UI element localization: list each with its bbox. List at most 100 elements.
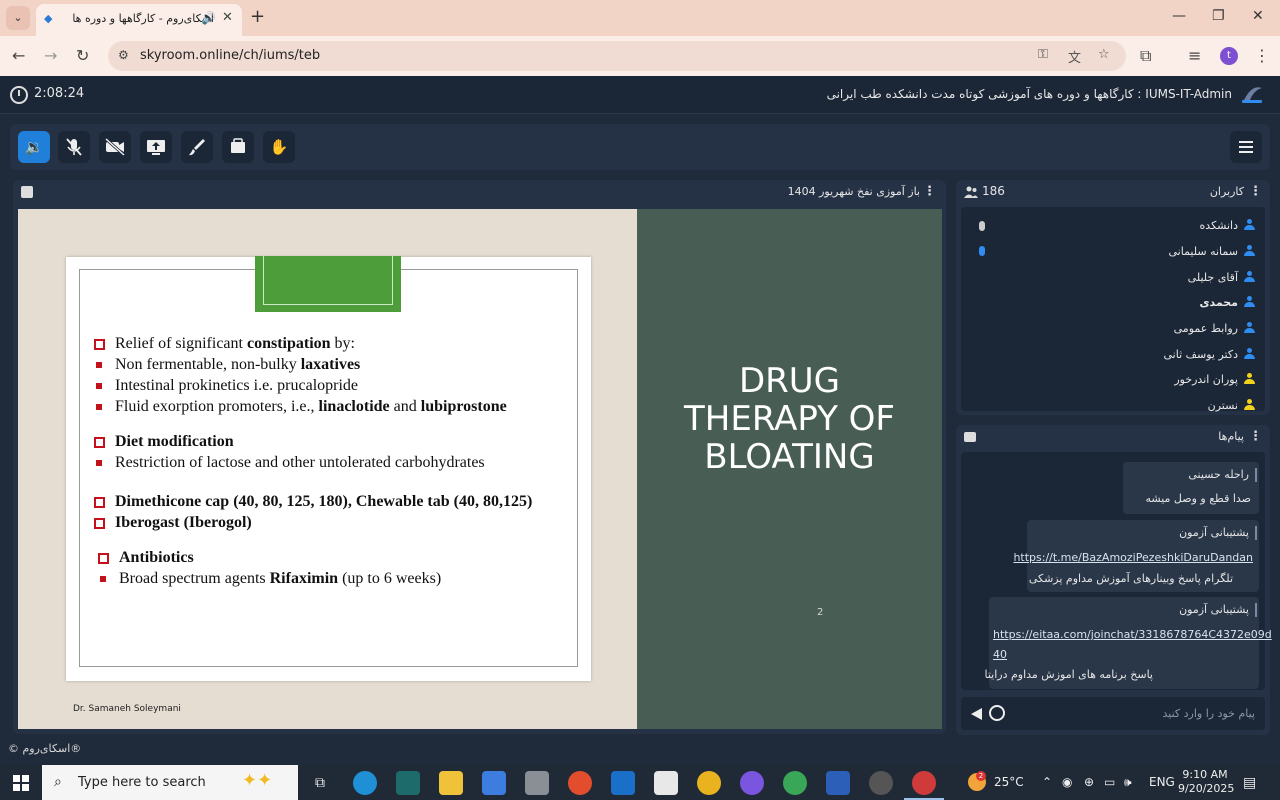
search-icon: ⌕ xyxy=(54,774,62,790)
bullet-constipation: Relief of significant constipation by: xyxy=(94,335,574,356)
tray-app-icon[interactable]: ◉ xyxy=(1062,775,1072,789)
network-icon[interactable]: ▭ xyxy=(1104,775,1115,789)
session-timer: 2:08:24 xyxy=(34,86,85,101)
presentation-options-icon[interactable]: ⋮ xyxy=(923,184,936,199)
file-explorer-icon[interactable] xyxy=(439,771,463,795)
chat-message: پشتیبانی آزمون https://t.me/BazAmoziPeze… xyxy=(1013,520,1259,592)
calculator-icon[interactable] xyxy=(525,771,549,795)
user-row[interactable]: آقای جلیلی xyxy=(1188,266,1255,286)
slide-canvas: Relief of significant constipation by: N… xyxy=(18,209,942,729)
eitaa-link-continued[interactable]: 40 xyxy=(993,648,1007,661)
skyroom-brand: © اسکای‌روم® xyxy=(8,742,82,755)
chat-message: پشتیبانی آزمون https://eitaa.com/joincha… xyxy=(984,597,1272,689)
bookmark-star-icon[interactable]: ☆ xyxy=(1098,47,1110,62)
eitaa-link[interactable]: https://eitaa.com/joinchat/3318678764C43… xyxy=(993,628,1272,641)
date-time[interactable]: 9:10 AM 9/20/2025 xyxy=(1178,768,1234,796)
extensions-icon[interactable]: ⧉ xyxy=(1140,46,1151,66)
tray-meet-icon[interactable]: ⊕ xyxy=(1084,775,1094,789)
temperature[interactable]: 25°C xyxy=(994,775,1024,789)
emoji-icon[interactable] xyxy=(989,705,1005,721)
camera-off-icon[interactable] xyxy=(99,131,131,163)
user-row[interactable]: سمانه سلیمانی xyxy=(1168,240,1255,260)
reload-button[interactable]: ↻ xyxy=(76,46,89,65)
new-tab-button[interactable]: + xyxy=(250,6,265,27)
url-text[interactable]: skyroom.online/ch/iums/teb xyxy=(140,48,320,63)
speaker-icon[interactable]: 🔊 xyxy=(201,11,216,25)
store-icon[interactable] xyxy=(482,771,506,795)
send-icon[interactable] xyxy=(971,708,982,720)
copilot-sparkle-icon: ✦✦ xyxy=(242,770,273,791)
user-row[interactable]: محمدی xyxy=(1199,291,1255,311)
minimize-button[interactable]: — xyxy=(1172,8,1186,24)
user-row[interactable]: دانشکده xyxy=(1200,214,1255,234)
browser-tab[interactable]: ◆ اسکای‌روم - کارگاهها و دوره ها 🔊 ✕ xyxy=(36,4,242,36)
restore-button[interactable]: ❐ xyxy=(1212,8,1225,24)
presentation-title: باز آموزی نفخ شهریور 1404 xyxy=(787,185,920,198)
app-badge-icon[interactable] xyxy=(568,771,592,795)
edge-icon[interactable] xyxy=(353,771,377,795)
bullet-rifaximin: Broad spectrum agents Rifaximin (up to 6… xyxy=(98,570,578,591)
close-window-button[interactable]: ✕ xyxy=(1252,8,1264,24)
user-icon xyxy=(1244,271,1255,282)
tray-chevron-icon[interactable]: ⌃ xyxy=(1042,775,1052,789)
close-tab-icon[interactable]: ✕ xyxy=(222,10,233,25)
notifications-icon[interactable]: ▤ xyxy=(1243,775,1256,791)
bullet-lactose: Restriction of lactose and other untoler… xyxy=(94,454,574,475)
skyroom-logo-icon xyxy=(1242,87,1262,103)
app-icon[interactable] xyxy=(396,771,420,795)
site-info-icon[interactable]: ⚙ xyxy=(118,48,129,62)
chat-message: راحله حسینی صدا قطع و وصل میشه xyxy=(1123,462,1259,514)
address-bar-row: ← → ↻ ⚙ skyroom.online/ch/iums/teb ⚿ 文 ☆… xyxy=(0,36,1280,76)
microphone-off-icon[interactable] xyxy=(58,131,90,163)
user-icon xyxy=(1244,219,1255,230)
bullet-fluid-promoters: Fluid exorption promoters, i.e., linaclo… xyxy=(94,398,574,419)
language-indicator[interactable]: ENG xyxy=(1149,775,1175,789)
user-row[interactable]: نسترن xyxy=(1208,394,1255,414)
outlook-icon[interactable] xyxy=(611,771,635,795)
raise-hand-icon[interactable]: ✋ xyxy=(263,131,295,163)
presentation-panel: باز آموزی نفخ شهریور 1404 ⋮ Relief of si… xyxy=(13,180,946,734)
translate-icon[interactable]: 文 xyxy=(1068,47,1081,66)
slide-content-card: Relief of significant constipation by: N… xyxy=(66,256,591,681)
volume-icon[interactable]: 🕪 xyxy=(1124,775,1132,790)
bullet-iberogast: Iberogast (Iberogol) xyxy=(94,514,574,535)
browser-menu-icon[interactable]: ⋮ xyxy=(1254,46,1270,65)
profile-avatar[interactable]: t xyxy=(1220,47,1238,65)
taskbar-search[interactable]: ⌕ Type here to search ✦✦ xyxy=(42,765,298,800)
slide-title-panel: DRUG THERAPY OF BLOATING 2 xyxy=(637,209,942,729)
chat-options-icon[interactable]: ⋮ xyxy=(1249,429,1262,444)
user-row[interactable]: پوران اندرخور xyxy=(1174,368,1255,388)
windows-start-icon[interactable] xyxy=(13,775,29,791)
slide-bullet-list: Relief of significant constipation by: N… xyxy=(94,335,574,591)
users-options-icon[interactable]: ⋮ xyxy=(1249,184,1262,199)
task-view-icon[interactable]: ⧉ xyxy=(308,771,332,795)
hamburger-menu-icon[interactable] xyxy=(1230,131,1262,163)
chat-bubble-icon xyxy=(964,432,976,442)
user-row[interactable]: روابط عمومی xyxy=(1174,317,1255,337)
user-row[interactable]: دکتر یوسف ثانی xyxy=(1163,343,1255,363)
back-button[interactable]: ← xyxy=(12,46,25,65)
file-folder-icon[interactable] xyxy=(222,131,254,163)
users-count: 186 xyxy=(982,184,1005,198)
chrome-icon[interactable] xyxy=(697,771,721,795)
chrome-active-icon[interactable] xyxy=(904,771,944,800)
chat-input[interactable]: پیام خود را وارد کنید xyxy=(961,697,1265,730)
screen-share-icon[interactable] xyxy=(140,131,172,163)
microphone-icon xyxy=(979,221,985,231)
chrome-profile-icon[interactable] xyxy=(783,771,807,795)
forward-button[interactable]: → xyxy=(44,46,57,65)
whiteboard-brush-icon[interactable] xyxy=(181,131,213,163)
media-control-icon[interactable]: ≡ xyxy=(1188,46,1201,65)
app-p-icon[interactable] xyxy=(869,771,893,795)
bullet-laxatives: Non fermentable, non-bulky laxatives xyxy=(94,356,574,377)
password-key-icon[interactable]: ⚿ xyxy=(1038,47,1048,62)
word-icon[interactable] xyxy=(826,771,850,795)
omnibox[interactable]: ⚙ skyroom.online/ch/iums/teb ⚿ 文 ☆ xyxy=(108,41,1126,71)
speaker-toggle-icon[interactable]: 🔉 xyxy=(18,131,50,163)
user-icon xyxy=(1244,373,1255,384)
tab-search-dropdown[interactable]: ⌄ xyxy=(6,6,30,30)
snipping-icon[interactable] xyxy=(654,771,678,795)
copilot-icon[interactable] xyxy=(740,771,764,795)
telegram-link[interactable]: https://t.me/BazAmoziPezeshkiDaruDandan xyxy=(1013,551,1253,564)
chat-panel-title: پیام‌ها xyxy=(1218,430,1244,443)
